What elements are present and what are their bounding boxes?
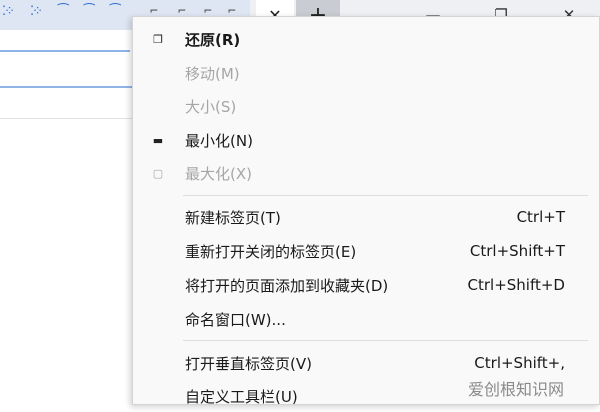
watermark: 爱创根知识网 [468,380,565,399]
menu-item-name-window[interactable]: 命名窗口(W)... [133,303,599,335]
menu-item-label: 将打开的页面添加到收藏夹(D) [185,276,389,295]
tab-loading-icon[interactable]: ⁚⁘ [2,4,15,19]
maximize-icon: ▢ [152,166,164,180]
menu-item-shortcut: Ctrl+Shift+, [474,354,565,372]
minimize-icon: ▬ [152,133,164,147]
menu-item-label: 最小化(N) [185,131,253,150]
menu-item-label: 打开垂直标签页(V) [185,354,312,373]
menu-item-shortcut: Ctrl+Shift+T [469,242,565,260]
restore-icon: ❐ [153,32,163,46]
menu-item-move: 移动(M) [133,57,599,89]
menu-item-minimize[interactable]: ▬ 最小化(N) [133,124,599,156]
menu-item-reopen-closed-tab[interactable]: 重新打开关闭的标签页(E) Ctrl+Shift+T [133,235,599,267]
tab-loading-icon[interactable]: ⁀ [110,4,121,19]
tab-loading-icon[interactable]: ⁚⁘ [30,4,43,19]
menu-item-shortcut: Ctrl+T [516,208,565,226]
menu-item-label: 最大化(X) [185,164,252,183]
menu-item-size: 大小(S) [133,90,599,122]
tab-loading-icon[interactable]: ⁀ [58,4,69,19]
address-bar[interactable] [0,50,130,52]
menu-separator [183,340,588,341]
menu-item-maximize: ▢ 最大化(X) [133,157,599,189]
menu-item-label: 新建标签页(T) [185,208,281,227]
tab-loading-icon[interactable]: ⁀ [84,4,95,19]
menu-item-shortcut: Ctrl+Shift+D [467,276,565,294]
menu-item-label: 还原(R) [185,30,241,49]
window-context-menu: ❐ 还原(R) 移动(M) 大小(S) ▬ 最小化(N) ▢ 最大化(X) 新建… [132,16,600,406]
menu-item-new-tab[interactable]: 新建标签页(T) Ctrl+T [133,201,599,233]
menu-item-label: 命名窗口(W)... [185,310,286,329]
menu-item-label: 重新打开关闭的标签页(E) [185,242,357,261]
menu-item-label: 移动(M) [185,64,240,83]
menu-separator [183,195,588,196]
menu-item-label: 大小(S) [185,97,237,116]
menu-item-label: 自定义工具栏(U) [185,387,298,406]
menu-item-add-pages-to-favorites[interactable]: 将打开的页面添加到收藏夹(D) Ctrl+Shift+D [133,269,599,301]
menu-item-vertical-tabs[interactable]: 打开垂直标签页(V) Ctrl+Shift+, [133,347,599,379]
menu-item-restore[interactable]: ❐ 还原(R) [133,23,599,55]
